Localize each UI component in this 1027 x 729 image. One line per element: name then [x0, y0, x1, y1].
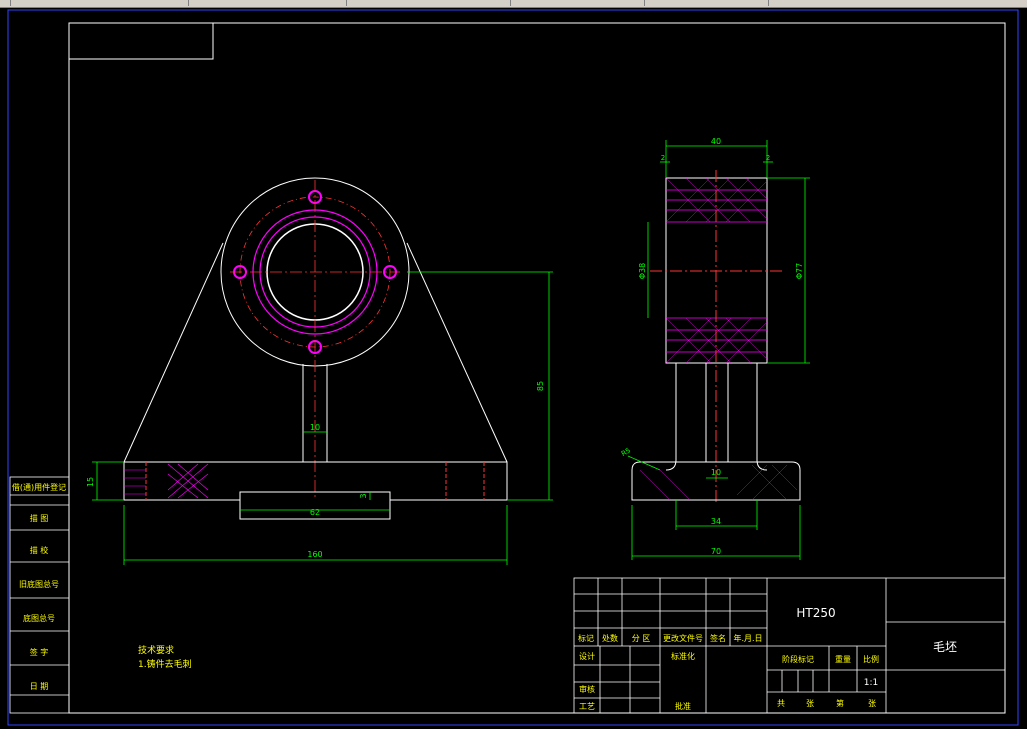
dim-side-web: 10	[711, 468, 721, 477]
rib-right-line	[406, 242, 508, 463]
rev-header: 分 区	[632, 634, 651, 643]
side-web	[665, 363, 677, 471]
rev-header: 处数	[602, 633, 618, 643]
ratio-label: 比例	[863, 654, 879, 664]
toolbar-segment[interactable]	[350, 0, 511, 6]
dim-height: 85	[536, 381, 545, 391]
rev-header: 更改文件号	[663, 633, 703, 643]
toolbar-segment[interactable]	[192, 0, 347, 6]
section-hatch	[124, 463, 209, 499]
dim-overall-length: 160	[307, 550, 322, 559]
design-label: 设计	[579, 651, 595, 661]
toolbar-strip	[0, 0, 1027, 8]
outer-border	[7, 9, 1019, 726]
code-box	[68, 22, 214, 60]
side-web	[756, 363, 768, 471]
rev-header: 标记	[578, 633, 594, 643]
toolbar-segment[interactable]	[12, 0, 189, 6]
rib-left-line	[123, 242, 224, 463]
left-record-table	[9, 476, 70, 714]
process-label: 工艺	[579, 702, 595, 711]
left-table-cell: 借(通)用件登记	[12, 482, 66, 492]
stage-mark-label: 阶段标记	[782, 654, 814, 664]
left-table-cell: 签 字	[30, 647, 49, 657]
sheet-label: 张	[806, 699, 814, 708]
dim-bore-diameter: Φ38	[638, 263, 647, 279]
left-table-cell: 日 期	[30, 682, 49, 691]
side-view[interactable]	[631, 170, 801, 505]
drawing-frame	[68, 22, 1006, 714]
notes-title: 技术要求	[138, 644, 174, 656]
dim-left-offset: 2	[661, 154, 665, 162]
left-table-cell: 底图总号	[23, 613, 55, 623]
review-label: 审核	[579, 684, 595, 694]
rev-header: 签名	[710, 633, 726, 643]
left-table-cell: 旧底图总号	[19, 579, 59, 589]
dim-slot-depth: 3	[359, 493, 368, 498]
dim-base-thickness: 15	[86, 477, 95, 487]
part-name: 毛坯	[933, 640, 957, 654]
cad-drawing-canvas[interactable]: 10 85 15 3 62 160 40 2 2 Φ38 Φ77 R5 10 3…	[0, 8, 1027, 729]
left-table-cell: 描 校	[30, 545, 49, 555]
dim-side-width: 40	[711, 137, 721, 146]
page-label: 第	[836, 698, 844, 708]
standardization-label: 标准化	[671, 651, 695, 661]
front-dimensions	[92, 271, 553, 565]
dim-outer-diameter: Φ77	[795, 263, 804, 279]
total-label: 共	[777, 699, 785, 708]
dim-side-base-width: 70	[711, 547, 721, 556]
dim-slot-width: 62	[310, 508, 320, 517]
dim-right-offset: 2	[766, 154, 770, 162]
base-outline	[123, 461, 508, 501]
scale-value: 1:1	[864, 678, 878, 688]
approve-label: 批准	[675, 701, 691, 711]
weight-label: 重量	[835, 654, 851, 664]
front-view[interactable]	[123, 177, 508, 520]
sheet2-label: 张	[868, 699, 876, 708]
rev-header: 年.月.日	[733, 633, 762, 643]
side-center-web	[705, 363, 729, 463]
toolbar-segment[interactable]	[648, 0, 769, 6]
dim-web-width: 10	[310, 423, 320, 432]
material-label: HT250	[796, 606, 835, 620]
toolbar-segment[interactable]	[514, 0, 645, 6]
toolbar-segment[interactable]	[0, 0, 11, 6]
dim-side-base-inner: 34	[711, 517, 721, 526]
dim-fillet-radius: R5	[620, 446, 632, 458]
notes-line-1: 1.铸件去毛刺	[138, 658, 192, 670]
left-table-cell: 描 图	[30, 513, 49, 523]
